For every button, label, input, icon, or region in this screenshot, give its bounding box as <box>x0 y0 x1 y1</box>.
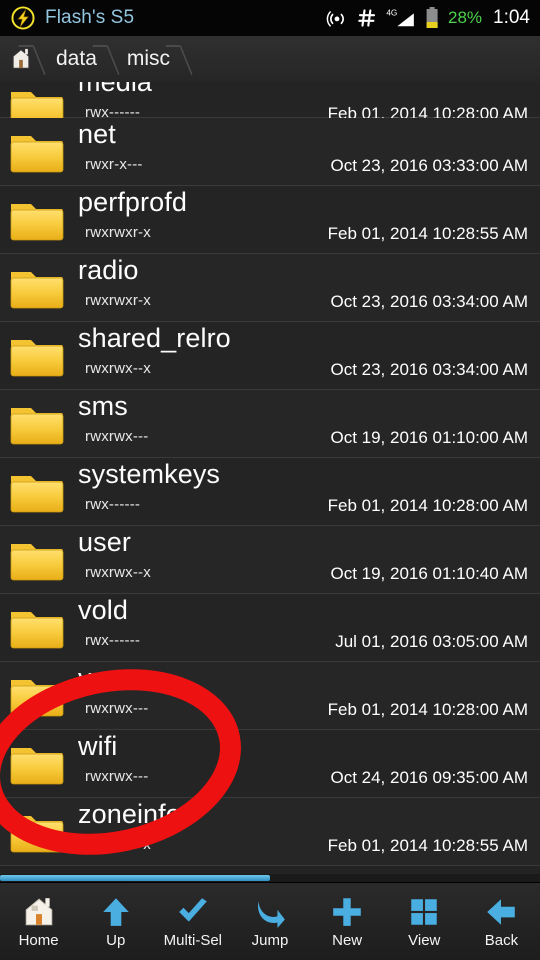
breadcrumb-home[interactable] <box>0 36 42 82</box>
folder-icon <box>10 204 64 241</box>
file-date: Feb 01, 2014 10:28:00 AM <box>327 700 528 719</box>
battery-low-icon <box>426 7 438 28</box>
toolbar-label: View <box>408 931 441 949</box>
checkmark-icon <box>179 897 207 922</box>
status-bar: Flash's S5 4G 28% 1:04 <box>0 0 540 36</box>
file-date: Oct 19, 2016 01:10:00 AM <box>330 428 528 447</box>
file-name: perfprofd <box>78 187 187 217</box>
file-permissions: rwxrwxr-x <box>85 292 151 309</box>
hotspot-icon <box>326 11 344 27</box>
file-date: Oct 19, 2016 01:10:40 AM <box>330 564 528 583</box>
hash-icon <box>358 9 376 27</box>
toolbar-button-back[interactable]: Back <box>463 883 540 960</box>
breadcrumb-item-data[interactable]: data <box>42 36 113 82</box>
curved-arrow-icon <box>257 900 285 928</box>
toolbar-label: New <box>332 931 363 949</box>
file-permissions: rwxrwxr-x <box>85 224 151 241</box>
toolbar-button-up[interactable]: Up <box>77 883 154 960</box>
svg-text:4G: 4G <box>386 8 397 17</box>
file-name: media <box>78 82 153 97</box>
app-screen: Flash's S5 4G 28% 1:04 data misc media r… <box>0 0 540 960</box>
home-icon <box>12 48 30 69</box>
toolbar-label: Up <box>106 931 126 949</box>
breadcrumb-label: misc <box>126 47 171 70</box>
folder-icon <box>10 544 64 581</box>
toolbar-label: Back <box>484 931 519 949</box>
file-row[interactable]: net rwxr-x--- Oct 23, 2016 03:33:00 AM <box>0 118 540 186</box>
file-permissions: rwx------ <box>85 632 141 649</box>
file-name: shared_relro <box>78 323 231 353</box>
folder-icon <box>10 816 64 853</box>
flash-bolt-icon <box>11 6 35 30</box>
folder-icon <box>10 136 64 173</box>
file-permissions: rwxrwx--x <box>85 360 151 377</box>
folder-icon <box>10 680 64 717</box>
toolbar-button-jump[interactable]: Jump <box>231 883 308 960</box>
clock: 1:04 <box>493 7 530 28</box>
file-row[interactable]: user rwxrwx--x Oct 19, 2016 01:10:40 AM <box>0 526 540 594</box>
battery-percent: 28% <box>447 8 483 27</box>
file-row[interactable]: sms rwxrwx--- Oct 19, 2016 01:10:00 AM <box>0 390 540 458</box>
file-list[interactable]: media rwx------ Feb 01, 2014 10:28:00 AM ne… <box>0 82 540 877</box>
file-permissions: rwxrwx--- <box>85 428 149 445</box>
folder-icon <box>10 340 64 377</box>
toolbar-label: Multi-Sel <box>163 931 223 949</box>
file-name: user <box>78 527 131 557</box>
file-row[interactable]: systemkeys rwx------ Feb 01, 2014 10:28:00… <box>0 458 540 526</box>
toolbar-button-home[interactable]: Home <box>0 883 77 960</box>
toolbar-label: Home <box>18 931 59 949</box>
home-icon <box>25 897 52 925</box>
file-name: radio <box>78 255 139 285</box>
file-date: Feb 01, 2014 10:28:00 AM <box>327 496 528 515</box>
bottom-toolbar: Home Up Multi-Sel Jump New View Back <box>0 882 540 960</box>
file-permissions: rwxrwx--x <box>85 564 151 581</box>
file-name: systemkeys <box>78 459 221 489</box>
folder-icon <box>10 272 64 309</box>
file-date: Feb 01, 2014 10:28:55 AM <box>327 224 528 243</box>
file-permissions: rwxrwxr-x <box>85 836 151 853</box>
file-row[interactable]: perfprofd rwxrwxr-x Feb 01, 2014 10:28:55 … <box>0 186 540 254</box>
arrow-up-icon <box>102 897 129 926</box>
file-name: zoneinfo <box>78 799 181 829</box>
file-date: Oct 23, 2016 03:34:00 AM <box>330 292 528 311</box>
file-name: vpn <box>78 663 122 693</box>
file-date: Oct 24, 2016 09:35:00 AM <box>330 768 528 787</box>
file-row[interactable]: vold rwx------ Jul 01, 2016 03:05:00 AM <box>0 594 540 662</box>
toolbar-label: Jump <box>251 931 289 949</box>
file-name: net <box>78 119 116 149</box>
file-permissions: rwxr-x--- <box>85 156 143 173</box>
toolbar-button-multi-sel[interactable]: Multi-Sel <box>154 883 231 960</box>
folder-icon <box>10 408 64 445</box>
file-row[interactable]: wifi rwxrwx--- Oct 24, 2016 09:35:00 AM <box>0 730 540 798</box>
folder-icon <box>10 612 64 649</box>
file-permissions: rwxrwx--- <box>85 768 149 785</box>
toolbar-button-view[interactable]: View <box>386 883 463 960</box>
file-name: vold <box>78 595 128 625</box>
file-row[interactable]: shared_relro rwxrwx--x Oct 23, 2016 03:34:… <box>0 322 540 390</box>
file-date: Feb 01, 2014 10:28:55 AM <box>327 836 528 855</box>
horizontal-scrollbar-thumb[interactable] <box>0 875 270 881</box>
device-name: Flash's S5 <box>45 7 135 28</box>
file-row[interactable]: media rwx------ Feb 01, 2014 10:28:00 AM <box>0 82 540 129</box>
arrow-left-icon <box>487 898 516 925</box>
file-permissions: rwxrwx--- <box>85 700 149 717</box>
file-row[interactable]: vpn rwxrwx--- Feb 01, 2014 10:28:00 AM <box>0 662 540 730</box>
file-date: Oct 23, 2016 03:33:00 AM <box>330 156 528 175</box>
file-date: Oct 23, 2016 03:34:00 AM <box>330 360 528 379</box>
file-row[interactable]: radio rwxrwxr-x Oct 23, 2016 03:34:00 AM <box>0 254 540 322</box>
file-name: wifi <box>78 731 118 761</box>
breadcrumb[interactable]: data misc <box>0 36 540 82</box>
signal-4g-icon: 4G <box>386 8 414 27</box>
folder-icon <box>10 748 64 785</box>
breadcrumb-item-misc[interactable]: misc <box>113 36 186 82</box>
file-row[interactable]: zoneinfo rwxrwxr-x Feb 01, 2014 10:28:55 A… <box>0 798 540 866</box>
file-permissions: rwx------ <box>85 496 141 513</box>
folder-icon <box>10 476 64 513</box>
breadcrumb-label: data <box>56 47 97 70</box>
toolbar-button-new[interactable]: New <box>309 883 386 960</box>
plus-icon <box>333 897 361 926</box>
file-name: sms <box>78 391 128 421</box>
grid-squares-icon <box>411 898 438 925</box>
file-date: Jul 01, 2016 03:05:00 AM <box>335 632 528 651</box>
